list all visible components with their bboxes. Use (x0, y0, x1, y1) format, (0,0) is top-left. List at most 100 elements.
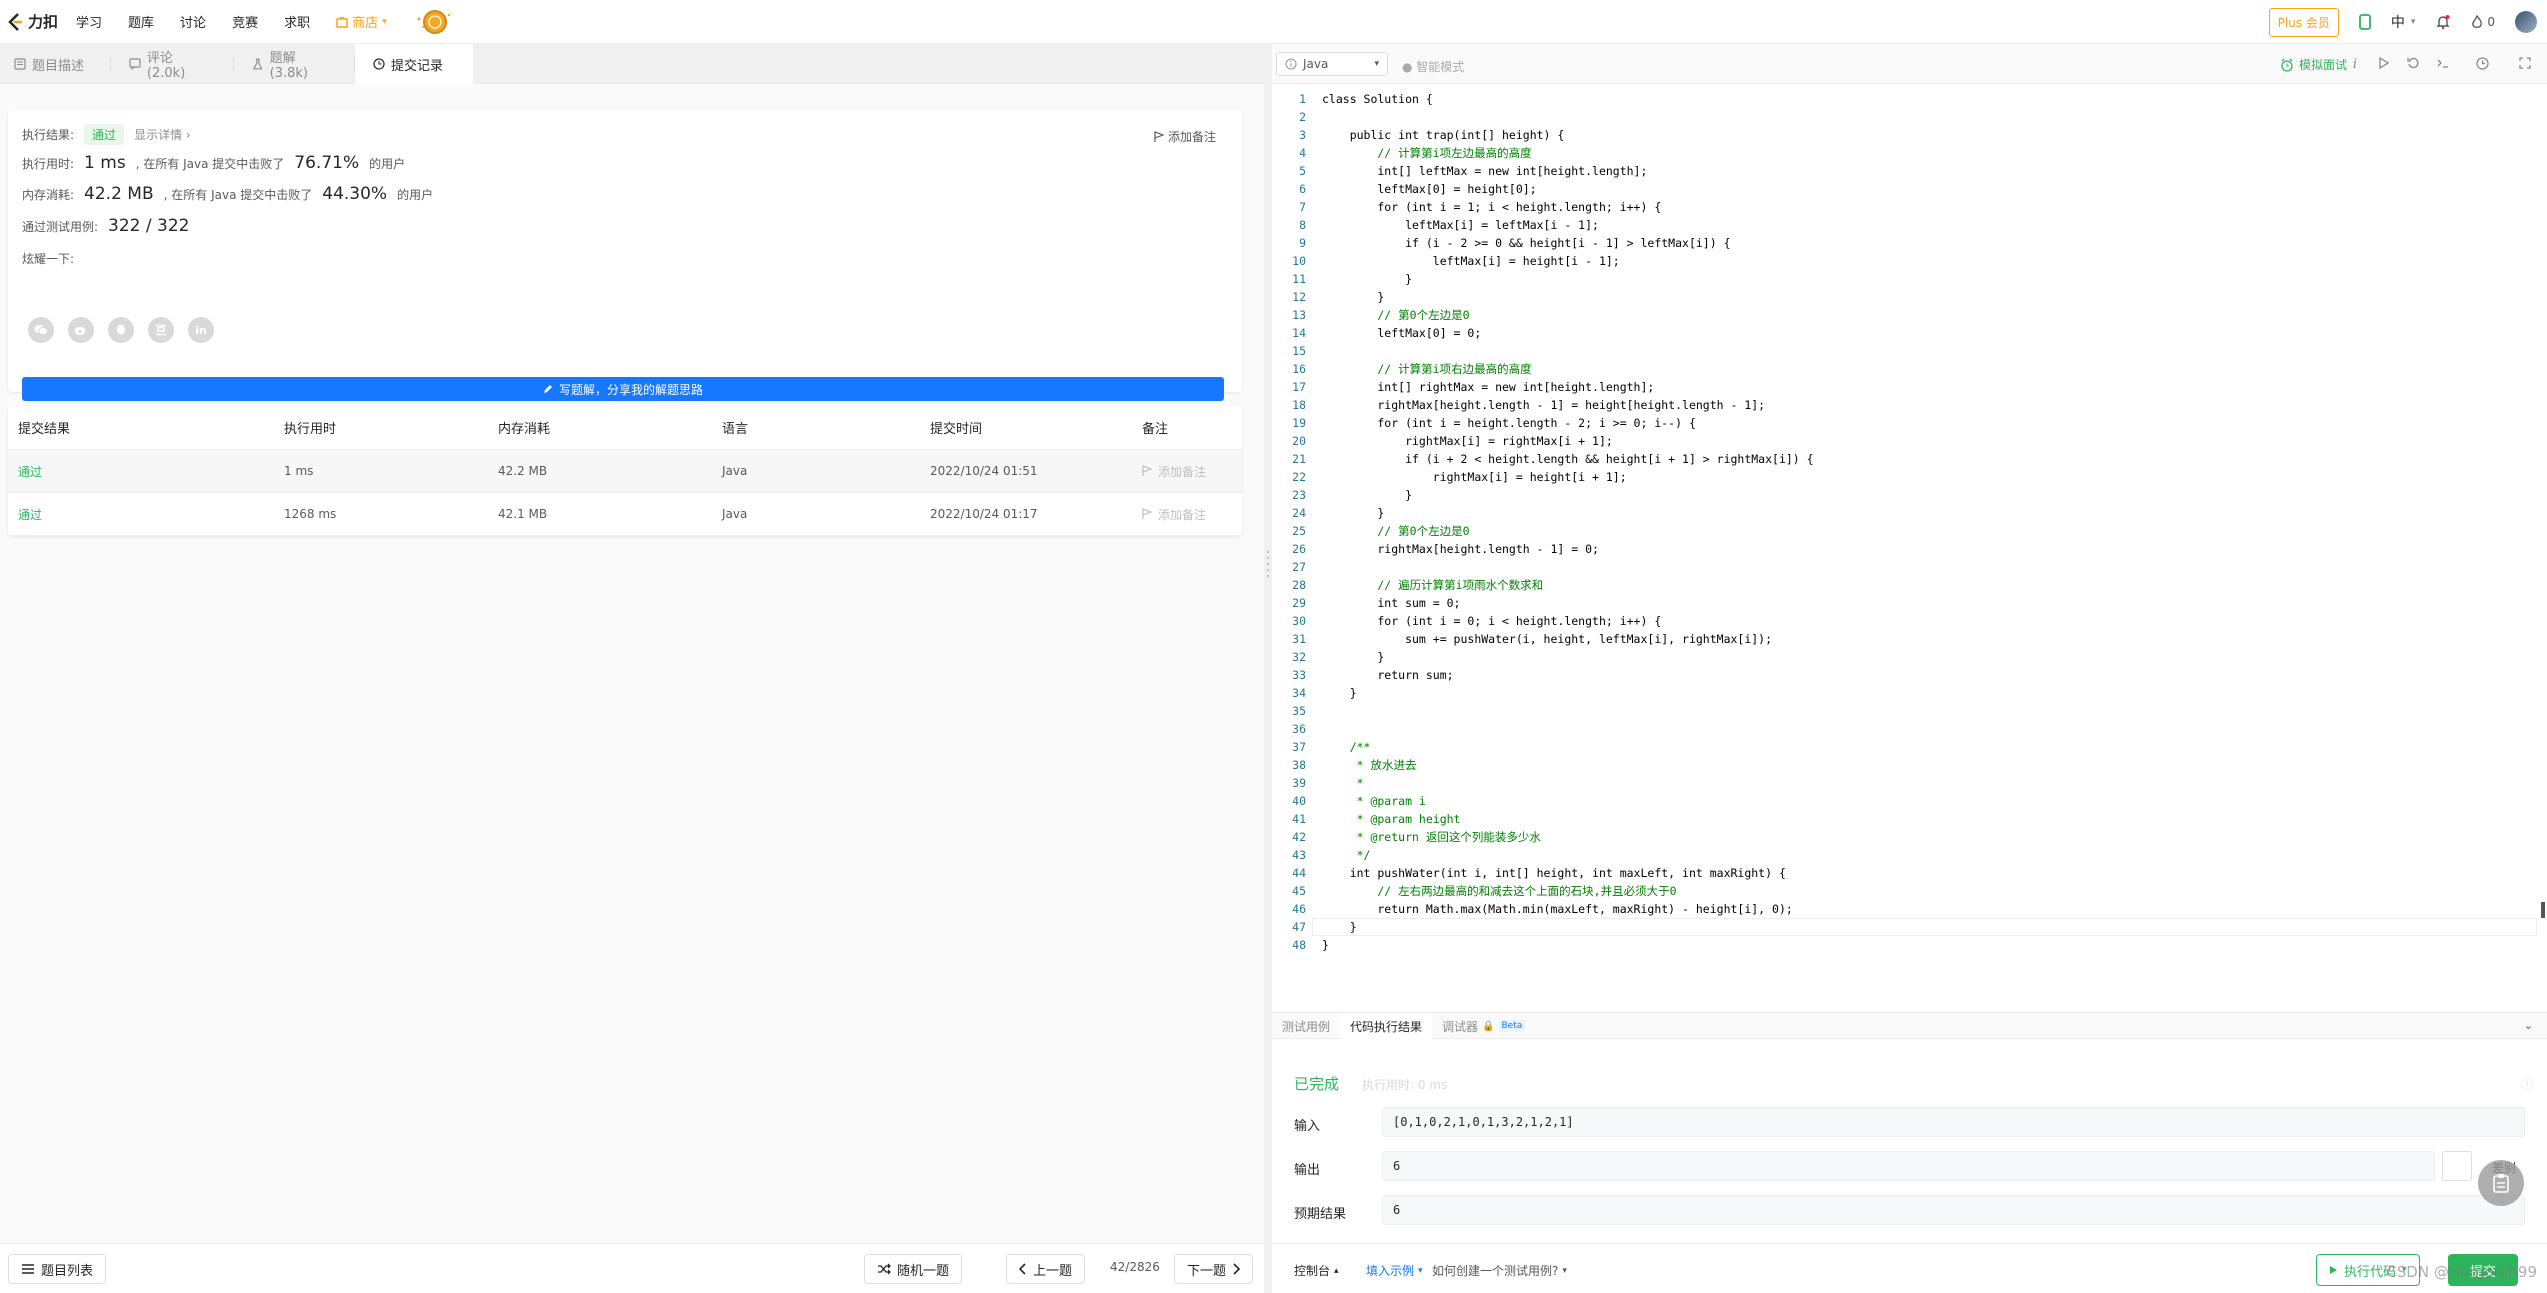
table-row[interactable]: 通过 1268 ms 42.1 MB Java 2022/10/24 01:17… (8, 493, 1242, 536)
linkedin-icon[interactable]: in (188, 317, 214, 343)
code-line[interactable]: return Math.max(Math.min(maxLeft, maxRig… (1322, 900, 1792, 918)
code-line[interactable]: int pushWater(int i, int[] height, int m… (1322, 864, 1786, 882)
douban-icon[interactable] (148, 317, 174, 343)
panel-splitter[interactable] (1264, 44, 1272, 1293)
tab-testcase[interactable]: 测试用例 (1272, 1013, 1340, 1039)
code-line[interactable]: rightMax[height.length - 1] = height[hei… (1322, 396, 1765, 414)
code-line[interactable]: * @return 返回这个列能装多少水 (1322, 828, 1541, 846)
problem-list-button[interactable]: 题目列表 (8, 1254, 107, 1284)
language-select[interactable]: Java ▾ (1276, 52, 1388, 76)
code-line[interactable]: leftMax[0] = 0; (1322, 324, 1481, 342)
nav-item-contest[interactable]: 竞赛 (232, 12, 258, 31)
qq-icon[interactable] (108, 317, 134, 343)
fill-example-button[interactable]: 填入示例 ▾ (1366, 1262, 1423, 1279)
coin-icon[interactable] (411, 7, 453, 37)
code-line[interactable]: if (i - 2 >= 0 && height[i - 1] > leftMa… (1322, 234, 1730, 252)
tab-description[interactable]: 题目描述 (0, 44, 110, 84)
how-to-testcase-link[interactable]: 如何创建一个测试用例? ▾ (1432, 1262, 1567, 1279)
tab-submissions[interactable]: 提交记录 (355, 44, 473, 84)
next-problem-button[interactable]: 下一题 (1174, 1254, 1254, 1284)
scrollbar-marker[interactable] (2541, 902, 2545, 918)
code-line[interactable]: if (i + 2 < height.length && height[i + … (1322, 450, 1814, 468)
code-line[interactable]: int sum = 0; (1322, 594, 1460, 612)
diff-toggle[interactable] (2442, 1151, 2472, 1181)
code-line[interactable]: leftMax[0] = height[0]; (1322, 180, 1536, 198)
code-line[interactable]: // 遍历计算第i项雨水个数求和 (1322, 576, 1543, 594)
nav-item-discuss[interactable]: 讨论 (180, 12, 206, 31)
code-line[interactable]: rightMax[i] = height[i + 1]; (1322, 468, 1627, 486)
bell-icon[interactable] (2435, 14, 2451, 30)
code-line[interactable]: /** (1322, 738, 1371, 756)
code-line[interactable]: } (1322, 648, 1384, 666)
code-line[interactable]: // 左右两边最高的和减去这个上面的石块,并且必须大于0 (1322, 882, 1676, 900)
code-line[interactable]: * (1322, 774, 1364, 792)
plus-member-button[interactable]: Plus 会员 (2268, 7, 2339, 37)
code-line[interactable]: sum += pushWater(i, height, leftMax[i], … (1322, 630, 1772, 648)
code-line[interactable]: } (1322, 504, 1384, 522)
tab-debugger[interactable]: 调试器 🔒 Beta (1432, 1013, 1535, 1039)
code-line[interactable]: } (1322, 684, 1357, 702)
info-icon[interactable]: i (2353, 57, 2357, 72)
code-line[interactable]: } (1322, 936, 1329, 954)
code-line[interactable]: } (1322, 288, 1384, 306)
weibo-icon[interactable] (68, 317, 94, 343)
row-status[interactable]: 通过 (18, 493, 42, 535)
code-line[interactable]: for (int i = 1; i < height.length; i++) … (1322, 198, 1661, 216)
chevron-down-icon[interactable]: ⌄ (2524, 1019, 2533, 1032)
code-line[interactable]: leftMax[i] = height[i - 1]; (1322, 252, 1620, 270)
console-toggle[interactable]: 控制台 ▴ (1294, 1262, 1339, 1279)
mock-interview-button[interactable]: 模拟面试 (2280, 56, 2347, 73)
code-line[interactable]: rightMax[height.length - 1] = 0; (1322, 540, 1599, 558)
code-line[interactable]: // 第0个左边是0 (1322, 522, 1469, 540)
row-add-note[interactable]: 添加备注 (1142, 493, 1206, 535)
floating-clipboard-button[interactable] (2478, 1160, 2524, 1206)
nav-item-store[interactable]: 商店 ▾ (336, 12, 387, 31)
code-editor[interactable]: 1 class Solution {2 3 public int trap(int[… (1272, 84, 2547, 1012)
code-line[interactable]: } (1322, 918, 1357, 936)
tab-comments[interactable]: 评论 (2.0k) (111, 44, 233, 84)
code-line[interactable]: // 计算第i项右边最高的高度 (1322, 360, 1531, 378)
code-line[interactable]: * @param i (1322, 792, 1426, 810)
nav-item-learn[interactable]: 学习 (76, 12, 102, 31)
row-status[interactable]: 通过 (18, 450, 42, 492)
random-problem-button[interactable]: 随机一题 (864, 1254, 963, 1284)
settings-icon[interactable] (2476, 57, 2489, 70)
code-line[interactable]: } (1322, 270, 1412, 288)
nav-item-problems[interactable]: 题库 (128, 12, 154, 31)
show-details-link[interactable]: 显示详情 › (134, 126, 191, 143)
reset-icon[interactable] (2407, 57, 2419, 69)
logo[interactable]: 力扣 (6, 11, 58, 32)
code-line[interactable]: * 放水进去 (1322, 756, 1417, 774)
prev-problem-button[interactable]: 上一题 (1006, 1254, 1086, 1284)
avatar[interactable] (2515, 11, 2537, 33)
code-line[interactable]: for (int i = height.length - 2; i >= 0; … (1322, 414, 1696, 432)
add-note-button[interactable]: 添加备注 (1154, 128, 1216, 145)
terminal-icon[interactable] (2437, 57, 2449, 69)
smart-mode-toggle[interactable]: ● 智能模式 (1402, 58, 1464, 75)
code-line[interactable]: class Solution { (1322, 90, 1433, 108)
code-line[interactable]: * @param height (1322, 810, 1461, 828)
play-icon[interactable] (2379, 57, 2389, 69)
code-line[interactable]: // 第0个左边是0 (1322, 306, 1469, 324)
code-line[interactable]: return sum; (1322, 666, 1453, 684)
code-line[interactable]: */ (1322, 846, 1371, 864)
code-line[interactable]: public int trap(int[] height) { (1322, 126, 1565, 144)
streak-counter[interactable]: 0 (2471, 15, 2495, 29)
code-line[interactable]: rightMax[i] = rightMax[i + 1]; (1322, 432, 1613, 450)
tab-run-result[interactable]: 代码执行结果 (1340, 1013, 1433, 1039)
nav-item-jobs[interactable]: 求职 (284, 12, 310, 31)
write-solution-button[interactable]: 写题解，分享我的解题思路 (22, 377, 1224, 401)
code-line[interactable]: // 计算第i项左边最高的高度 (1322, 144, 1531, 162)
code-line[interactable]: } (1322, 486, 1412, 504)
row-add-note[interactable]: 添加备注 (1142, 450, 1206, 492)
tab-solutions[interactable]: 题解 (3.8k) (234, 44, 354, 84)
code-line[interactable]: int[] rightMax = new int[height.length]; (1322, 378, 1654, 396)
mobile-icon[interactable] (2358, 14, 2371, 30)
fullscreen-icon[interactable] (2519, 57, 2531, 69)
wechat-icon[interactable] (28, 317, 54, 343)
code-line[interactable]: leftMax[i] = leftMax[i - 1]; (1322, 216, 1599, 234)
language-switch[interactable]: 中 ▾ (2391, 12, 2416, 32)
code-line[interactable]: int[] leftMax = new int[height.length]; (1322, 162, 1647, 180)
table-row[interactable]: 通过 1 ms 42.2 MB Java 2022/10/24 01:51 添加… (8, 450, 1242, 493)
code-line[interactable]: for (int i = 0; i < height.length; i++) … (1322, 612, 1661, 630)
